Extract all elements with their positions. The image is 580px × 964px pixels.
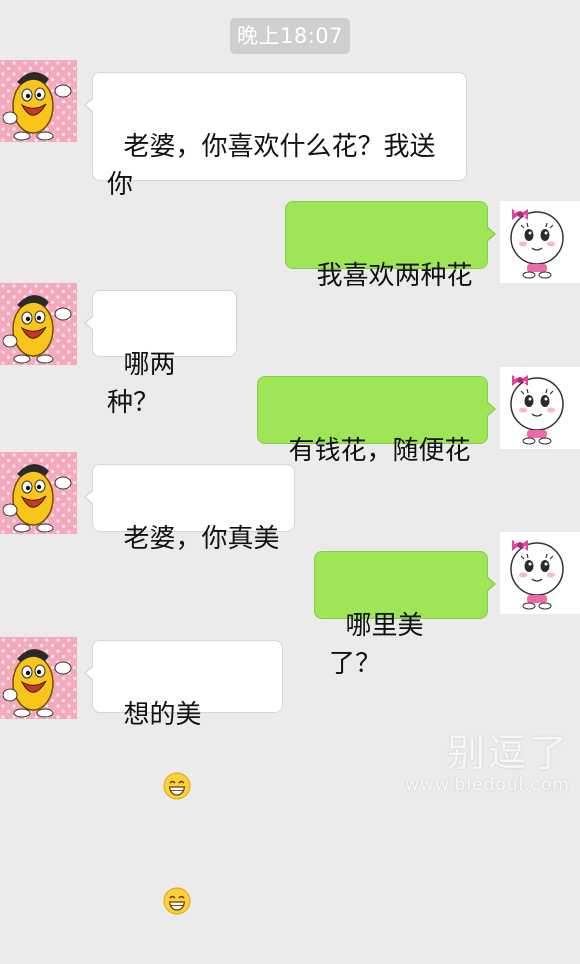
message-text: 想的美 xyxy=(123,700,202,730)
watermark-site-text: www.biedoul.com xyxy=(405,775,570,795)
message-text: 我喜欢两种花 xyxy=(316,261,473,291)
message-text: 哪里美了？ xyxy=(329,611,424,679)
cartoon-girl-avatar[interactable] xyxy=(500,532,580,614)
received-message-bubble[interactable]: 老婆，你真美 xyxy=(84,464,295,554)
timestamp: 晚上18:07 xyxy=(230,18,350,54)
yellow-bean-avatar[interactable] xyxy=(0,637,77,719)
yellow-bean-avatar[interactable] xyxy=(0,452,77,534)
cartoon-girl-avatar[interactable] xyxy=(500,201,580,283)
message-text: 老婆，你真美 xyxy=(123,524,280,554)
message-text: 哪两种？ xyxy=(107,350,176,418)
yellow-bean-avatar[interactable] xyxy=(0,60,77,142)
watermark: 别逗了 www.biedoul.com xyxy=(405,732,570,796)
received-message-bubble[interactable]: 想的美 xyxy=(84,640,283,915)
received-message-bubble[interactable]: 老婆，你喜欢什么花？我送你 xyxy=(84,72,467,200)
message-text: 老婆，你喜欢什么花？我送你 xyxy=(107,132,436,200)
yellow-bean-avatar[interactable] xyxy=(0,283,77,365)
cartoon-girl-avatar[interactable] xyxy=(500,367,580,449)
sent-message-bubble[interactable]: 我喜欢两种花 xyxy=(285,201,496,291)
watermark-main-text: 别逗了 xyxy=(446,731,570,775)
grinning-face-icon xyxy=(130,734,191,849)
message-text: 有钱花，随便花 xyxy=(288,436,471,466)
sent-message-bubble[interactable]: 有钱花，随便花 xyxy=(257,376,496,466)
sent-message-bubble[interactable]: 哪里美了？ xyxy=(314,551,496,679)
received-message-bubble[interactable]: 哪两种？ xyxy=(84,290,237,418)
grinning-face-icon xyxy=(130,849,191,964)
